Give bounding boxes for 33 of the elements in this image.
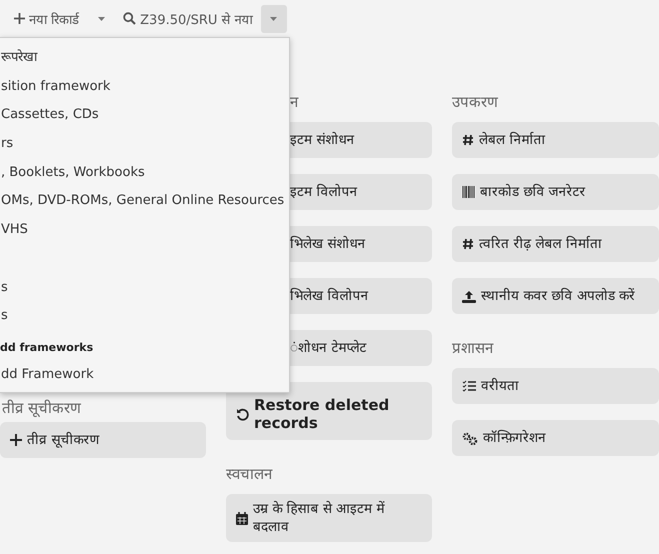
action-button[interactable]: वरीयता	[452, 368, 659, 404]
menu-header: dd frameworks	[0, 340, 94, 356]
section-heading: न	[289, 92, 300, 112]
new-record-button[interactable]: नया रिकार्ड	[10, 4, 84, 32]
plus-icon	[14, 13, 25, 24]
upload-icon	[462, 290, 476, 302]
search-icon	[123, 12, 136, 25]
checklist-icon	[462, 380, 476, 392]
plus-icon	[10, 434, 22, 446]
action-button[interactable]: Restore deleted records	[226, 382, 432, 440]
section-heading: उपकरण	[452, 92, 499, 112]
gears-icon	[462, 432, 478, 444]
restore-icon	[236, 408, 249, 420]
action-button[interactable]: तीव्र सूचीकरण	[0, 422, 206, 458]
section-heading: स्वचालन	[226, 464, 274, 484]
action-button[interactable]: त्वरित रीढ़ लेबल निर्माता	[452, 226, 659, 262]
action-button[interactable]: कॉन्फ़िगरेशन	[452, 420, 659, 456]
action-button[interactable]: उम्र के हिसाब से आइटम में बदलाव	[226, 494, 432, 542]
barcode-icon	[462, 186, 475, 198]
hash-icon	[462, 238, 474, 250]
caret-icon	[98, 16, 105, 20]
hash-icon	[462, 134, 474, 146]
action-button[interactable]: लेबल निर्माता	[452, 122, 659, 158]
action-button[interactable]: स्थानीय कवर छवि अपलोड करें	[452, 278, 659, 314]
menu-item[interactable]: sition framework	[0, 72, 289, 102]
section-heading: तीव्र सूचीकरण	[1, 398, 82, 418]
z3950-button[interactable]: Z39.50/SRU से नया	[119, 4, 257, 32]
section-heading: प्रशासन	[452, 338, 494, 358]
caret-icon	[270, 16, 278, 20]
action-button[interactable]: बारकोड छवि जनरेटर	[452, 174, 659, 210]
dropdown-toggle-button[interactable]	[260, 4, 287, 32]
calendar-icon	[236, 512, 248, 524]
menu-item[interactable]: रूपरेखा	[0, 44, 289, 73]
